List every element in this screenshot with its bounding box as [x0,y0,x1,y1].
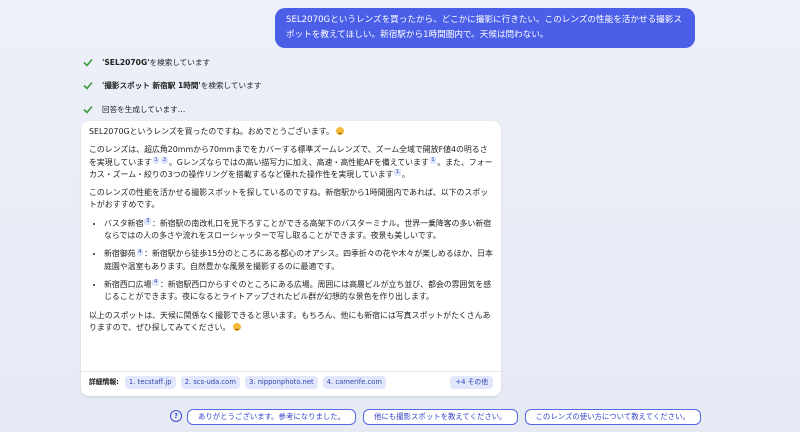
check-icon [83,105,93,114]
citation-2[interactable]: 2 [161,156,168,164]
step-search-spots: '撮影スポット 新宿駅 1時間' を検索しています [83,79,261,93]
citation-3[interactable]: 3 [144,218,151,226]
step-generating: 回答を生成しています… [83,102,261,116]
spot-name: 新宿御苑 [104,249,136,259]
greeting-text: SEL2070Gというレンズを買ったのですね。おめでとうございます。 [89,127,334,136]
list-item: バスタ新宿3：新宿駅の南改札口を見下ろすことができる高架下のバスターミナル。世界… [104,218,493,243]
user-message-bubble: SEL2070Gというレンズを買ったから、どこかに撮影に行きたい。このレンズの性… [275,8,695,48]
closing-text: 以上のスポットは、天候に関係なく撮影できると思います。もちろん、他にも新宿には写… [89,310,491,332]
answer-lens-description: このレンズは、超広角20mmから70mmまでをカバーする標準ズームレンズで、ズー… [89,144,493,181]
source-link-3[interactable]: 3. nipponphoto.net [244,376,318,389]
step-query: '撮影スポット 新宿駅 1時間' [102,81,201,90]
step-query: 'SEL2070G' [102,57,150,67]
check-icon [83,58,93,67]
source-link-4[interactable]: 4. camerife.com [322,376,386,389]
spot-description: ：新宿駅西口からすぐのところにある広場。周囲には高層ビルが立ち並び、都会の雰囲気… [104,279,492,302]
smile-emoji-icon [232,322,241,331]
text: 。Gレンズならではの高い描写力に加え、高速・高性能AFを備えています [168,157,429,167]
sources-label: 詳細情報: [89,378,119,387]
spot-description: ：新宿駅の南改札口を見下ろすことができる高架下のバスターミナル。世界一乗降客の多… [104,218,492,241]
citation-1[interactable]: 1 [152,156,160,164]
more-sources-button[interactable]: +4 その他 [450,376,493,389]
step-search-lens: 'SEL2070G' を検索しています [83,55,261,69]
spot-name: 新宿西口広場 [104,279,152,289]
step-text: 回答を生成しています… [102,104,186,114]
spot-description: ：新宿駅から徒歩15分のところにある都心のオアシス。四季折々の花や木々が楽しめる… [104,249,493,271]
suggestion-chips: ありがとうございます。参考になりました。 他にも撮影スポットを教えてください。 … [187,409,708,425]
citation-1[interactable]: 1 [429,156,437,164]
spot-name: バスタ新宿 [104,218,144,228]
source-link-2[interactable]: 2. scs-uda.com [180,376,240,389]
question-help-icon[interactable]: ? [170,410,182,422]
suggestion-more-spots[interactable]: 他にも撮影スポットを教えてください。 [363,409,518,425]
suggestion-lens-usage[interactable]: このレンズの使い方について教えてください。 [524,409,701,425]
list-item: 新宿御苑4：新宿駅から徒歩15分のところにある都心のオアシス。四季折々の花や木々… [104,248,493,273]
list-item: 新宿西口広場4：新宿駅西口からすぐのところにある広場。周囲には高層ビルが立ち並び… [104,279,493,304]
answer-intro-spots: このレンズの性能を活かせる撮影スポットを探しているのですね。新宿駅から1時間圏内… [89,188,489,210]
suggestion-thanks[interactable]: ありがとうございます。参考になりました。 [187,409,357,425]
search-progress-list: 'SEL2070G' を検索しています '撮影スポット 新宿駅 1時間' を検索… [83,55,261,126]
answer-greeting: SEL2070Gというレンズを買ったのですね。おめでとうございます。 [89,126,493,138]
step-text: を検索しています [149,57,211,67]
answer-closing: 以上のスポットは、天候に関係なく撮影できると思います。もちろん、他にも新宿には写… [89,310,493,335]
assistant-answer-card: SEL2070Gというレンズを買ったのですね。おめでとうございます。 このレンズ… [81,121,501,396]
citation-1[interactable]: 1 [394,169,401,177]
step-text: を検索しています [200,81,262,90]
user-message-text: SEL2070Gというレンズを買ったから、どこかに撮影に行きたい。このレンズの性… [286,15,682,40]
spot-list: バスタ新宿3：新宿駅の南改札口を見下ろすことができる高架下のバスターミナル。世界… [89,218,493,304]
sources-bar: 詳細情報: 1. tecstaff.jp 2. scs-uda.com 3. n… [89,376,493,389]
check-icon [83,81,93,90]
citation-4[interactable]: 4 [152,279,159,287]
smile-emoji-icon [336,127,345,135]
text: 。 [401,169,410,179]
divider [81,371,501,372]
source-link-1[interactable]: 1. tecstaff.jp [124,376,176,389]
citation-4[interactable]: 4 [136,248,144,256]
